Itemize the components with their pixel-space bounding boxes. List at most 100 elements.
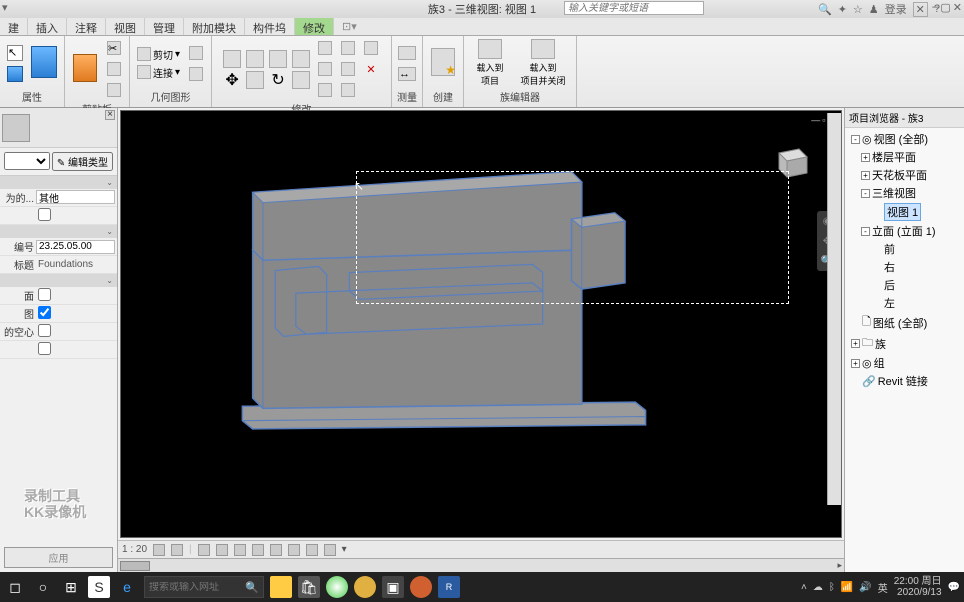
tab-manage[interactable]: 管理: [145, 18, 184, 35]
temp-hide-icon[interactable]: [288, 544, 300, 556]
type-selector[interactable]: [4, 152, 50, 170]
cope-button[interactable]: [185, 43, 207, 63]
task-view-icon[interactable]: ⊞: [60, 576, 82, 598]
tree-elev-back[interactable]: 后: [847, 276, 962, 294]
shadows-icon[interactable]: [216, 544, 228, 556]
app-icon-4[interactable]: [410, 576, 432, 598]
offset-button[interactable]: [244, 49, 266, 69]
tree-3d-views[interactable]: -三维视图: [847, 184, 962, 202]
viewport-3d[interactable]: — ▫ ✕ ◉ ✥ 🔍: [120, 110, 842, 538]
tab-goujianwu[interactable]: 构件坞: [245, 18, 295, 35]
tree-families[interactable]: +🗀族: [847, 333, 962, 354]
cut-geometry-button[interactable]: 剪切▾: [134, 46, 183, 63]
tray-volume-icon[interactable]: 🔊: [859, 582, 871, 593]
tree-views-root[interactable]: -◎视图 (全部): [847, 130, 962, 148]
explorer-icon[interactable]: [270, 576, 292, 598]
store-icon[interactable]: 🛍: [298, 576, 320, 598]
scale-button[interactable]: [360, 38, 382, 58]
taskbar-search-input[interactable]: [145, 582, 241, 593]
tree-floor-plans[interactable]: +楼层平面: [847, 148, 962, 166]
trim-button[interactable]: [290, 70, 312, 90]
user-icon[interactable]: ♟: [869, 3, 879, 16]
crop-region-icon[interactable]: [252, 544, 264, 556]
visual-style-icon[interactable]: [171, 544, 183, 556]
taskbar-clock[interactable]: 22:00 周日 2020/9/13: [894, 576, 942, 598]
favorite-icon[interactable]: ☆: [853, 3, 863, 16]
cortana-icon[interactable]: ○: [32, 576, 54, 598]
align-button[interactable]: [221, 49, 243, 69]
delete-button[interactable]: ✕: [360, 59, 382, 79]
copy-mod-button[interactable]: [244, 70, 266, 90]
app-icon-2[interactable]: [354, 576, 376, 598]
scale-label[interactable]: 1 : 20: [122, 544, 147, 555]
corner-button[interactable]: [337, 80, 359, 100]
apply-button[interactable]: 应用: [4, 547, 113, 568]
tree-elev-front[interactable]: 前: [847, 240, 962, 258]
start-button[interactable]: ◻: [4, 576, 26, 598]
tab-expand[interactable]: ⊡▾: [334, 18, 365, 35]
mirror-draw-button[interactable]: [290, 49, 312, 69]
prop-check-blank[interactable]: [38, 208, 51, 221]
app-icon-1[interactable]: S: [88, 576, 110, 598]
search-go-icon[interactable]: 🔍: [818, 3, 832, 16]
tab-modify[interactable]: 修改: [295, 18, 334, 35]
viewport-scrollbar-v[interactable]: [827, 113, 841, 505]
login-link[interactable]: 登录: [885, 1, 907, 17]
props-group-1[interactable]: ⌄: [0, 176, 117, 189]
measure-button[interactable]: [396, 43, 418, 63]
split-face-button[interactable]: [185, 64, 207, 84]
move-button[interactable]: ✥: [221, 70, 243, 90]
type-properties-button[interactable]: [28, 39, 60, 87]
properties-close-button[interactable]: ×: [105, 110, 115, 120]
tab-create[interactable]: 建: [0, 18, 28, 35]
viewport-scrollbar-h[interactable]: ▸: [118, 558, 844, 572]
mirror-axis-button[interactable]: [267, 49, 289, 69]
reveal-icon[interactable]: [306, 544, 318, 556]
lock-3d-icon[interactable]: [270, 544, 282, 556]
close-button[interactable]: ✕: [953, 1, 962, 14]
chrome-icon[interactable]: [326, 576, 348, 598]
tray-cloud-icon[interactable]: ☁: [813, 582, 823, 593]
tree-view-1[interactable]: 视图 1: [847, 202, 962, 222]
qat-save-icon[interactable]: ▾: [2, 1, 8, 14]
paste-button[interactable]: [69, 45, 101, 93]
title-search[interactable]: [564, 1, 704, 15]
rotate-button[interactable]: ↻: [267, 70, 289, 90]
modify-icon[interactable]: ↖: [4, 43, 26, 63]
tree-revit-links[interactable]: 🔗Revit 链接: [847, 372, 962, 390]
tab-addins[interactable]: 附加模块: [184, 18, 245, 35]
communicate-icon[interactable]: ✦: [838, 3, 847, 16]
app-icon-3[interactable]: ▣: [382, 576, 404, 598]
tray-up-icon[interactable]: ˄: [801, 582, 807, 593]
ie-icon[interactable]: e: [116, 576, 138, 598]
tree-elev-right[interactable]: 右: [847, 258, 962, 276]
array-button[interactable]: [337, 38, 359, 58]
cut-button[interactable]: ✂: [103, 38, 125, 58]
create-button[interactable]: ★: [427, 39, 459, 87]
crop-icon[interactable]: [234, 544, 246, 556]
prop-check-void[interactable]: [38, 324, 51, 337]
tree-groups[interactable]: +◎组: [847, 354, 962, 372]
tree-ceiling-plans[interactable]: +天花板平面: [847, 166, 962, 184]
tray-wifi-icon[interactable]: 📶: [841, 582, 853, 593]
prop-input-usefor[interactable]: [36, 190, 115, 204]
taskbar-search-icon[interactable]: 🔍: [241, 581, 263, 594]
minimize-button[interactable]: –: [932, 1, 938, 14]
props-group-3[interactable]: ⌄: [0, 274, 117, 287]
tree-elev-left[interactable]: 左: [847, 294, 962, 312]
detail-level-icon[interactable]: [153, 544, 165, 556]
exchange-icon[interactable]: ✕: [913, 2, 928, 17]
tray-ime[interactable]: 英: [878, 580, 888, 595]
properties-icon[interactable]: [4, 64, 26, 84]
prop-input-number[interactable]: [36, 240, 115, 254]
tree-sheets[interactable]: 🗋图纸 (全部): [847, 312, 962, 333]
join-geometry-button[interactable]: 连接▾: [134, 64, 183, 81]
prop-check-view[interactable]: [38, 306, 51, 319]
tab-annotate[interactable]: 注释: [67, 18, 106, 35]
edit-type-button[interactable]: ✎ 编辑类型: [52, 152, 113, 171]
extend-button[interactable]: [314, 80, 336, 100]
pin-button[interactable]: [314, 59, 336, 79]
prop-check-last[interactable]: [38, 342, 51, 355]
tray-bluetooth-icon[interactable]: ᛒ: [829, 582, 835, 593]
load-into-project-close-button[interactable]: 载入到 项目并关闭: [514, 39, 572, 87]
